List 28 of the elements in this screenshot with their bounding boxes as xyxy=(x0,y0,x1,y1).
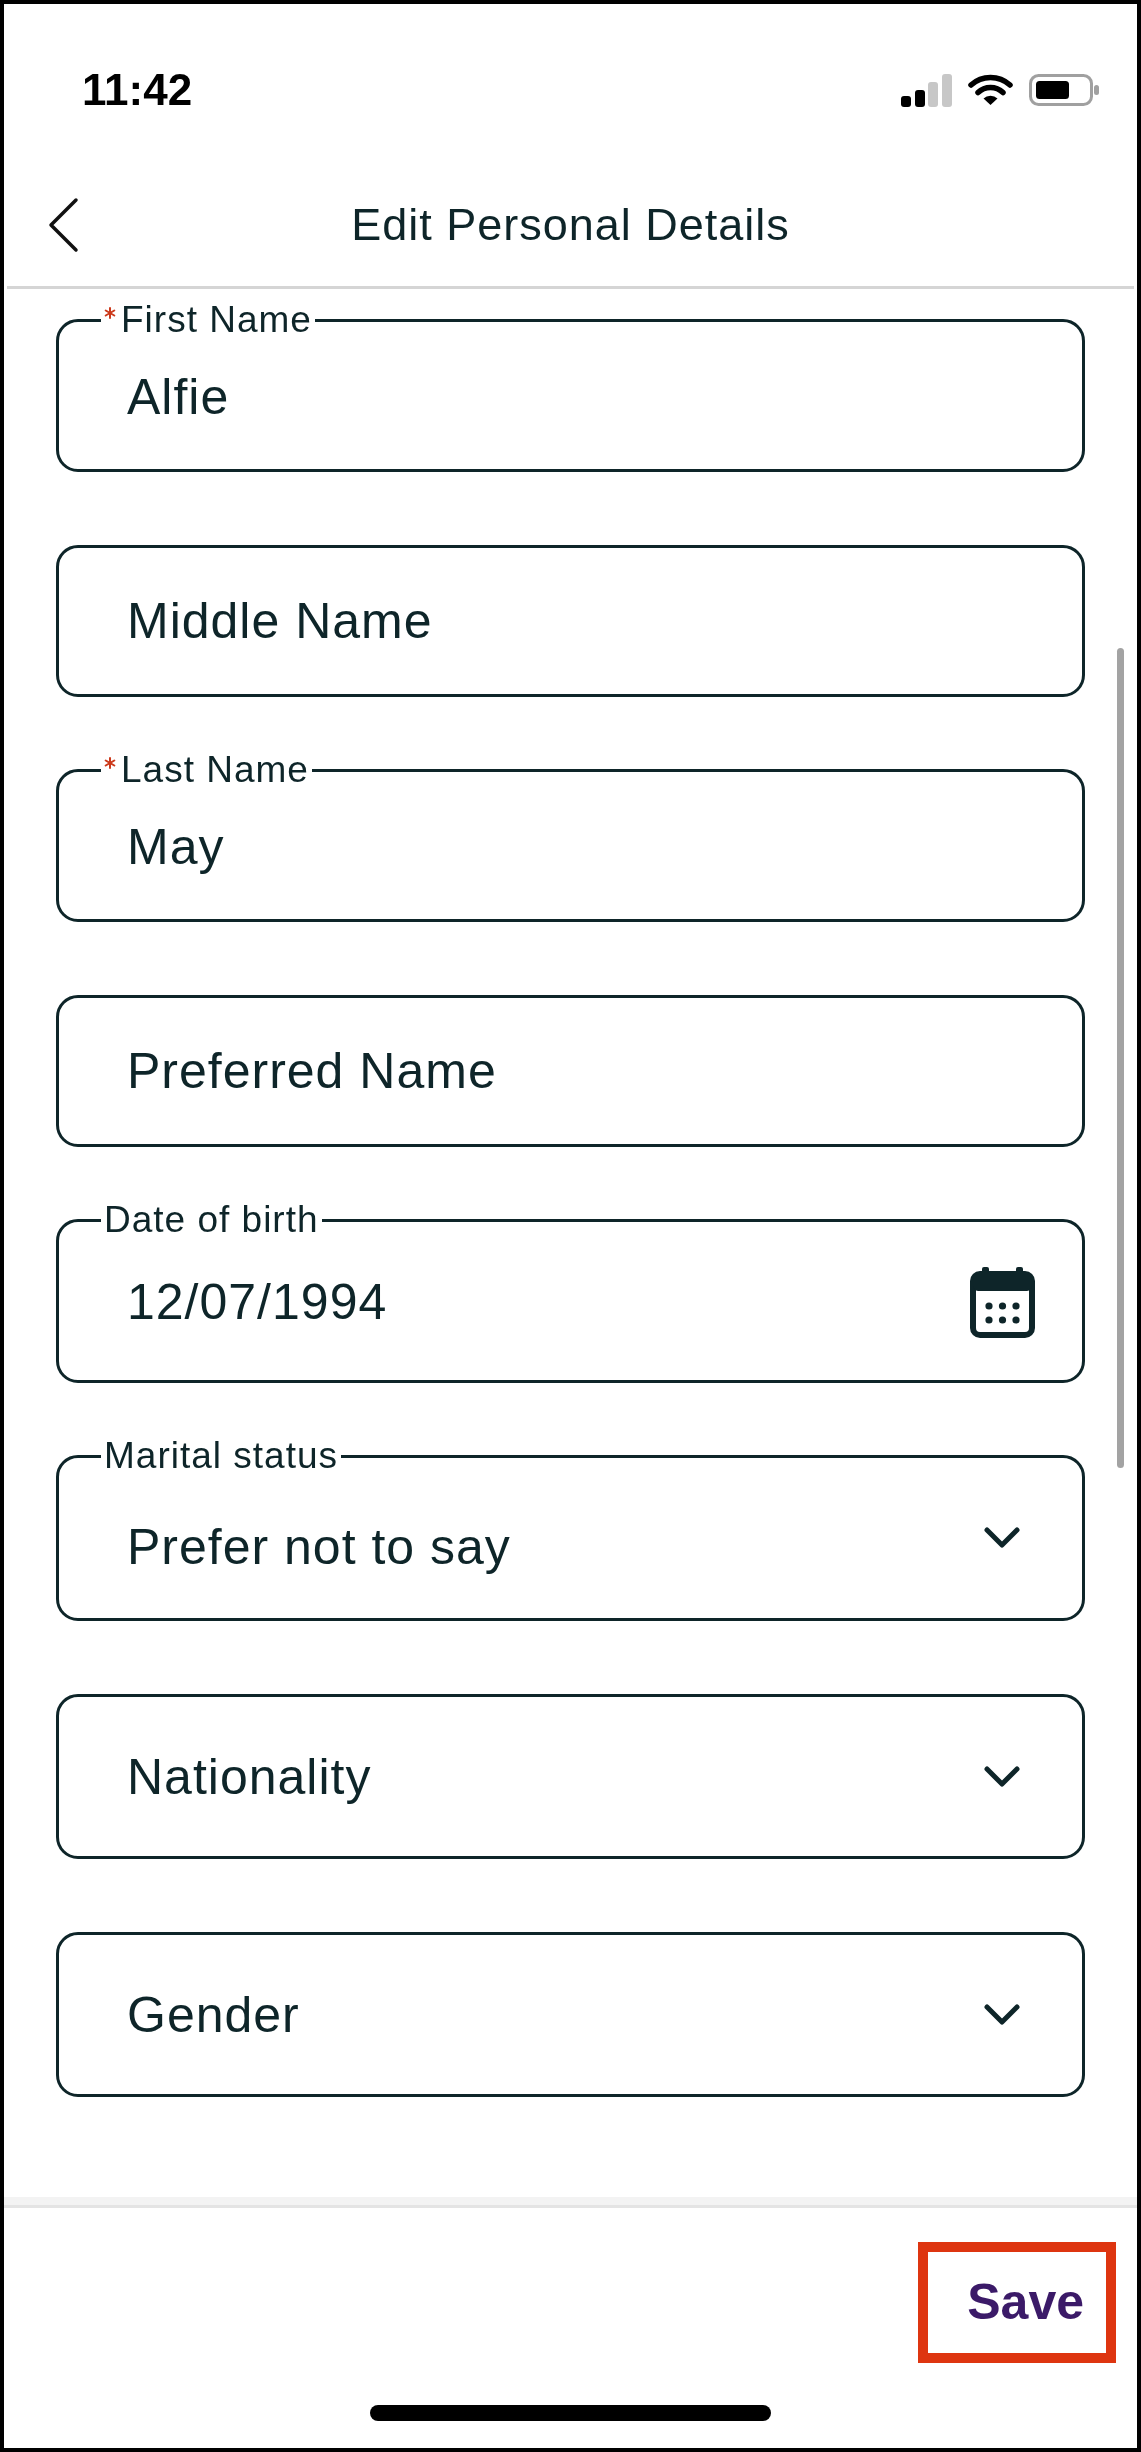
chevron-down-icon xyxy=(984,1765,1020,1788)
calendar-icon xyxy=(970,1266,1035,1338)
field-label: First Name xyxy=(121,300,312,340)
dropdown-input[interactable]: Gender xyxy=(127,1984,984,2045)
dropdown-input[interactable]: Nationality xyxy=(127,1746,984,1807)
dropdown-field[interactable]: Nationality xyxy=(56,1694,1085,1859)
dropdown-field[interactable]: Gender xyxy=(56,1932,1085,2097)
text-field[interactable]: Preferred Name xyxy=(56,995,1085,1147)
save-button[interactable]: Save xyxy=(918,2242,1116,2363)
chevron-down-icon xyxy=(984,1527,1020,1549)
text-input[interactable]: Alfie xyxy=(127,366,1082,427)
dropdown-input[interactable]: Prefer not to say xyxy=(127,1517,984,1577)
text-input[interactable]: May xyxy=(127,816,1082,877)
battery-icon xyxy=(1029,74,1099,106)
text-input[interactable]: Preferred Name xyxy=(127,1041,1082,1101)
screen-title: Edit Personal Details xyxy=(351,198,790,252)
field-label: Last Name xyxy=(121,750,309,790)
text-input[interactable]: Middle Name xyxy=(127,591,1082,651)
signal-icon xyxy=(901,73,952,107)
wifi-icon xyxy=(968,74,1013,106)
clock-time: 11:42 xyxy=(82,65,193,115)
field-label: Marital status xyxy=(104,1436,338,1476)
chevron-left-icon xyxy=(47,197,79,253)
chevron-down-icon xyxy=(984,2003,1020,2026)
back-button[interactable] xyxy=(47,197,79,253)
field-label: Date of birth xyxy=(104,1200,319,1240)
text-field[interactable]: Middle Name xyxy=(56,545,1085,697)
date-input[interactable]: 12/07/1994 xyxy=(127,1272,970,1332)
